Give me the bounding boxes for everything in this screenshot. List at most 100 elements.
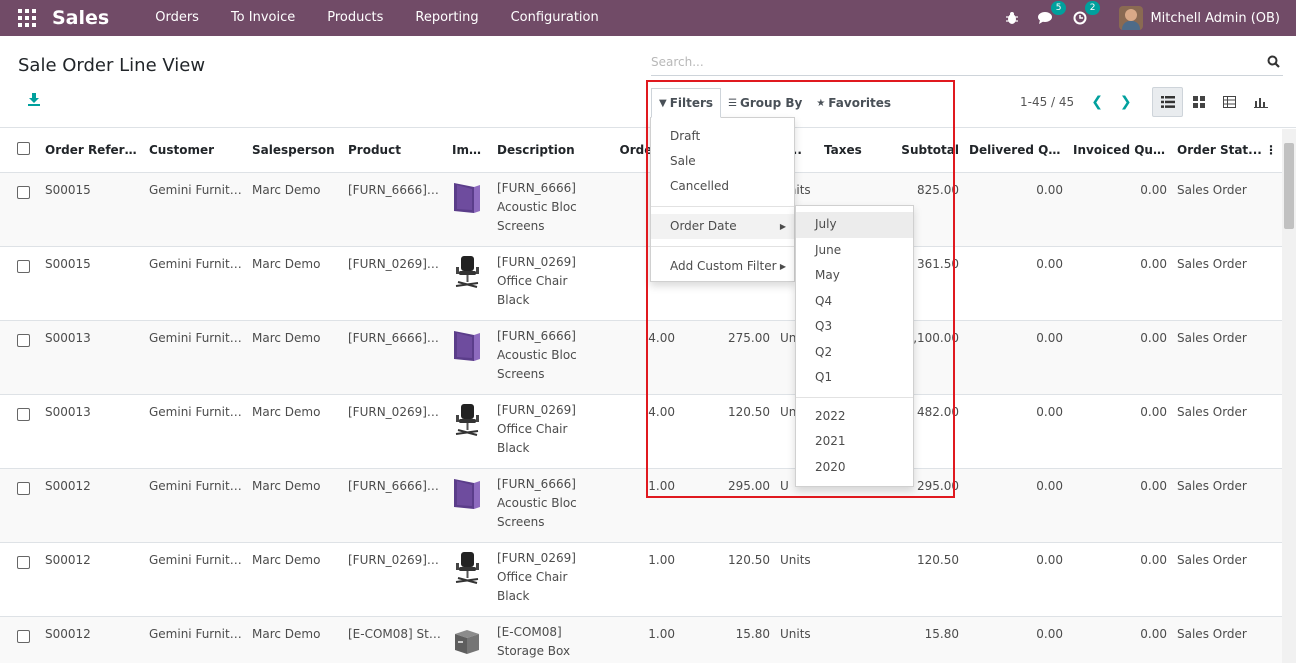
cell-description[interactable]: [FURN_6666] Acoustic Bloc Screens [492,172,597,247]
cell-ordered-qty[interactable]: 1.00 [597,468,680,543]
cell-uom[interactable]: Units [775,542,819,617]
cell-invoiced-qty[interactable]: 0.00 [1068,172,1172,247]
column-header[interactable]: Subtotal [886,129,964,173]
cell-invoiced-qty[interactable]: 0.00 [1068,320,1172,395]
pivot-view-icon[interactable] [1214,87,1245,117]
table-row[interactable]: S00015 Gemini Furnitu... Marc Demo [FURN_66… [0,172,1282,247]
column-header[interactable]: Image [447,129,492,173]
cell-invoiced-qty[interactable]: 0.00 [1068,394,1172,469]
add-custom-filter[interactable]: Add Custom Filter ▶ [651,254,794,279]
cell-description[interactable]: [E-COM08] Storage Box [492,616,597,663]
period-option[interactable]: Q4 [796,289,913,315]
cell-product[interactable]: [FURN_6666] ... [343,468,447,543]
table-row[interactable]: S00013 Gemini Furnitu... Marc Demo [FURN_02… [0,394,1282,469]
column-header[interactable]: Description [492,129,597,173]
cell-invoiced-qty[interactable]: 0.00 [1068,246,1172,321]
activities-clock-icon[interactable]: 2 [1072,1,1101,26]
cell-product[interactable]: [FURN_0269] ... [343,246,447,321]
cell-unit-price[interactable]: 120.50 [680,394,775,469]
select-all-checkbox[interactable] [17,142,30,156]
cell-delivered-qty[interactable]: 0.00 [964,616,1068,663]
cell-ordered-qty[interactable]: 1.00 [597,616,680,663]
cell-delivered-qty[interactable]: 0.00 [964,172,1068,247]
cell-customer[interactable]: Gemini Furnitu... [144,246,247,321]
search-input[interactable] [651,50,1251,74]
period-option[interactable]: Q2 [796,340,913,366]
menu-configuration[interactable]: Configuration [495,0,615,36]
app-brand[interactable]: Sales [52,7,109,29]
cell-customer[interactable]: Gemini Furnitu... [144,616,247,663]
column-header[interactable]: Delivered Qu... [964,129,1068,173]
cell-taxes[interactable] [819,616,886,663]
pager-previous-icon[interactable]: ❮ [1091,94,1103,110]
cell-customer[interactable]: Gemini Furnitu... [144,320,247,395]
cell-customer[interactable]: Gemini Furnitu... [144,172,247,247]
filters-button[interactable]: ▼ Filters [651,88,722,118]
favorites-button[interactable]: ★ Favorites [809,88,898,118]
cell-order-ref[interactable]: S00013 [40,320,144,395]
table-row[interactable]: S00012 Gemini Furnitu... Marc Demo [FURN_66… [0,468,1282,543]
cell-order-status[interactable]: Sales Order [1172,320,1282,395]
cell-order-status[interactable]: Sales Order [1172,616,1282,663]
cell-product[interactable]: [E-COM08] Sto... [343,616,447,663]
period-option[interactable]: June [796,238,913,264]
row-checkbox[interactable] [17,185,30,199]
cell-order-ref[interactable]: S00012 [40,468,144,543]
column-header[interactable]: Salesperson [247,129,343,173]
cell-salesperson[interactable]: Marc Demo [247,616,343,663]
menu-reporting[interactable]: Reporting [399,0,494,36]
pager-next-icon[interactable]: ❯ [1120,94,1132,110]
column-header[interactable]: Taxes [819,129,886,173]
cell-delivered-qty[interactable]: 0.00 [964,542,1068,617]
cell-salesperson[interactable]: Marc Demo [247,320,343,395]
cell-delivered-qty[interactable]: 0.00 [964,394,1068,469]
table-row[interactable]: S00015 Gemini Furnitu... Marc Demo [FURN_02… [0,246,1282,321]
row-checkbox[interactable] [17,333,30,347]
filter-cancelled[interactable]: Cancelled [651,174,794,199]
cell-customer[interactable]: Gemini Furnitu... [144,468,247,543]
row-checkbox[interactable] [17,259,30,273]
optional-columns-kebab-icon[interactable]: ⋮ [1265,143,1277,157]
cell-product[interactable]: [FURN_6666] ... [343,172,447,247]
column-header[interactable]: Order Refere... [40,129,144,173]
row-checkbox[interactable] [17,481,30,495]
download-icon[interactable] [27,92,43,108]
graph-view-icon[interactable] [1245,87,1276,117]
filter-order-date[interactable]: Order Date ▶ [651,214,794,239]
table-row[interactable]: S00012 Gemini Furnitu... Marc Demo [E-COM08… [0,616,1282,663]
search-icon[interactable] [1267,55,1281,69]
cell-salesperson[interactable]: Marc Demo [247,394,343,469]
cell-product[interactable]: [FURN_0269] ... [343,542,447,617]
cell-ordered-qty[interactable]: 1.00 [597,542,680,617]
cell-product[interactable]: [FURN_6666] ... [343,320,447,395]
cell-delivered-qty[interactable]: 0.00 [964,320,1068,395]
cell-description[interactable]: [FURN_6666] Acoustic Bloc Screens [492,468,597,543]
column-header[interactable]: Invoiced Qua... [1068,129,1172,173]
period-option[interactable]: May [796,263,913,289]
cell-order-ref[interactable]: S00012 [40,616,144,663]
cell-invoiced-qty[interactable]: 0.00 [1068,542,1172,617]
group-by-button[interactable]: ☰ Group By [721,88,809,118]
cell-order-status[interactable]: Sales Order [1172,172,1282,247]
cell-order-ref[interactable]: S00015 [40,172,144,247]
cell-invoiced-qty[interactable]: 0.00 [1068,468,1172,543]
period-option[interactable]: July [796,212,913,238]
messages-icon[interactable]: 5 [1038,1,1067,26]
kanban-view-icon[interactable] [1183,87,1214,117]
cell-delivered-qty[interactable]: 0.00 [964,468,1068,543]
cell-order-status[interactable]: Sales Order [1172,246,1282,321]
cell-order-status[interactable]: Sales Order [1172,468,1282,543]
cell-unit-price[interactable]: 120.50 [680,542,775,617]
cell-unit-price[interactable]: 295.00 [680,468,775,543]
cell-order-ref[interactable]: S00013 [40,394,144,469]
cell-salesperson[interactable]: Marc Demo [247,172,343,247]
cell-salesperson[interactable]: Marc Demo [247,542,343,617]
filter-draft[interactable]: Draft [651,124,794,149]
cell-salesperson[interactable]: Marc Demo [247,246,343,321]
user-menu[interactable]: Mitchell Admin (OB) [1119,6,1280,30]
cell-invoiced-qty[interactable]: 0.00 [1068,616,1172,663]
cell-order-status[interactable]: Sales Order [1172,394,1282,469]
cell-taxes[interactable] [819,542,886,617]
year-option[interactable]: 2020 [796,455,913,481]
year-option[interactable]: 2022 [796,404,913,430]
